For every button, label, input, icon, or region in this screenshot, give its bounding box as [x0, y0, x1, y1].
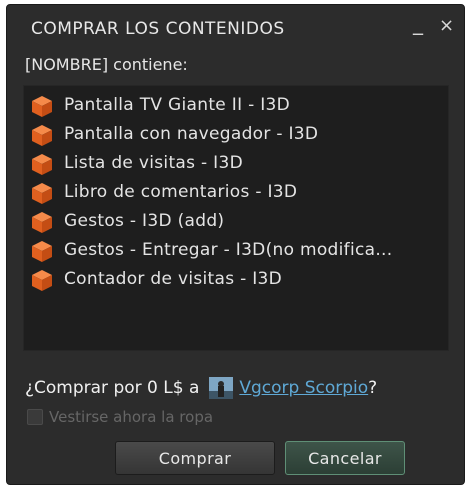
owner-link[interactable]: Vgcorp Scorpio	[239, 378, 368, 398]
wear-now-row: Vestirse ahora la ropa	[27, 408, 213, 426]
cancel-button[interactable]: Cancelar	[285, 441, 405, 475]
list-item[interactable]: Gestos - Entregar - I3D(no modifica...	[24, 237, 448, 263]
item-label: Gestos - Entregar - I3D(no modifica...	[64, 240, 393, 260]
object-cube-icon	[32, 183, 52, 204]
object-cube-icon	[32, 96, 52, 117]
wear-now-label: Vestirse ahora la ropa	[49, 408, 214, 426]
list-item[interactable]: Libro de comentarios - I3D	[24, 179, 448, 205]
list-item[interactable]: Contador de visitas - I3D	[24, 266, 448, 292]
object-cube-icon	[32, 154, 52, 175]
close-icon[interactable]: ×	[439, 15, 454, 36]
list-item[interactable]: Gestos - I3D (add)	[24, 208, 448, 234]
item-label: Pantalla TV Giante II - I3D	[64, 95, 291, 115]
item-label: Pantalla con navegador - I3D	[64, 124, 319, 144]
buy-prompt: ¿Comprar por 0 L$ a Vgcorp Scorpio ?	[25, 377, 377, 399]
object-cube-icon	[32, 241, 52, 262]
list-item[interactable]: Pantalla con navegador - I3D	[24, 121, 448, 147]
list-item[interactable]: Pantalla TV Giante II - I3D	[24, 92, 448, 118]
avatar-icon	[209, 377, 234, 399]
buy-contents-window: COMPRAR LOS CONTENIDOS _ × [NOMBRE] cont…	[6, 4, 465, 485]
object-cube-icon	[32, 125, 52, 146]
list-item[interactable]: Lista de visitas - I3D	[24, 150, 448, 176]
title-bar[interactable]: COMPRAR LOS CONTENIDOS _ ×	[7, 5, 464, 45]
item-label: Contador de visitas - I3D	[64, 269, 283, 289]
buy-prompt-suffix: ?	[368, 378, 378, 398]
item-label: Libro de comentarios - I3D	[64, 182, 298, 202]
object-cube-icon	[32, 212, 52, 233]
window-title: COMPRAR LOS CONTENIDOS	[31, 19, 285, 39]
buy-prompt-text: ¿Comprar por 0 L$ a	[25, 378, 200, 398]
minimize-icon[interactable]: _	[413, 11, 423, 35]
item-label: Lista de visitas - I3D	[64, 153, 243, 173]
item-label: Gestos - I3D (add)	[64, 211, 225, 231]
contents-list[interactable]: Pantalla TV Giante II - I3D Pantalla con…	[23, 85, 449, 351]
wear-now-checkbox[interactable]	[27, 409, 43, 425]
object-cube-icon	[32, 270, 52, 291]
buy-button[interactable]: Comprar	[115, 441, 275, 475]
contents-label: [NOMBRE] contiene:	[25, 55, 188, 74]
